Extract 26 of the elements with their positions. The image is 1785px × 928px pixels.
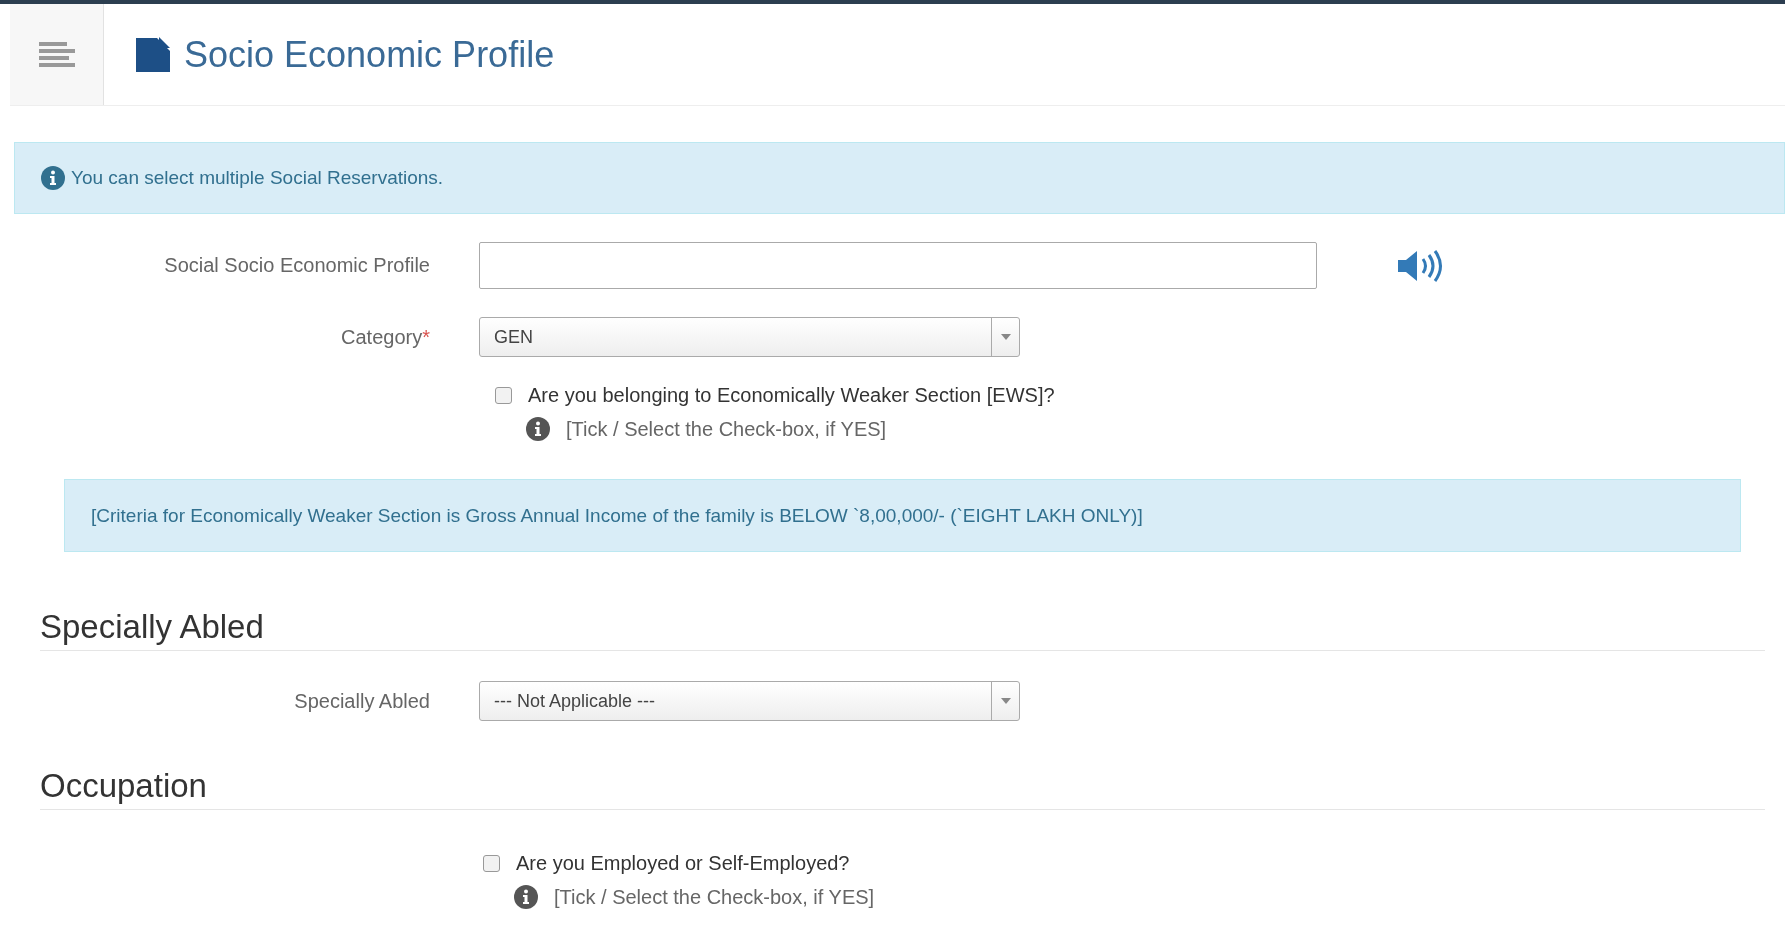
section-heading: Specially Abled xyxy=(40,608,265,646)
info-icon xyxy=(514,885,538,909)
menu-icon xyxy=(38,41,75,68)
caret-icon xyxy=(1000,698,1011,704)
checkbox[interactable] xyxy=(483,855,500,872)
category-select[interactable]: GEN xyxy=(479,317,1020,357)
checkbox-label: Are you Employed or Self-Employed? xyxy=(516,852,850,875)
field-label: Category* xyxy=(340,325,430,349)
hint-text: [Tick / Select the Check-box, if YES] xyxy=(566,417,887,441)
checkbox[interactable] xyxy=(495,387,512,404)
checkbox-label: Are you belonging to Economically Weaker Section [EWS]? xyxy=(528,384,1055,407)
field-label: Specially Abled xyxy=(293,689,430,713)
info-icon xyxy=(526,417,550,441)
document-icon xyxy=(136,36,170,73)
hint-text: [Tick / Select the Check-box, if YES] xyxy=(554,885,875,909)
menu-button[interactable] xyxy=(10,4,104,105)
input-field[interactable] xyxy=(479,242,1317,289)
criteria-text: [Criteria for Economically Weaker Section is Gross Annual Income of the family is BELOW `8,00,000/- (`EIGHT LAKH ONLY)] xyxy=(91,504,1143,527)
specially-abled-select[interactable]: --- Not Applicable --- xyxy=(479,681,1020,721)
caret-icon xyxy=(1000,334,1011,340)
field-label: Social Socio Economic Profile xyxy=(163,254,430,277)
alert-text: You can select multiple Social Reservations. xyxy=(71,167,444,189)
info-icon xyxy=(41,166,65,190)
speaker-icon[interactable] xyxy=(1396,248,1444,283)
page-title: Socio Economic Profile xyxy=(184,33,555,76)
section-heading: Occupation xyxy=(40,767,208,805)
